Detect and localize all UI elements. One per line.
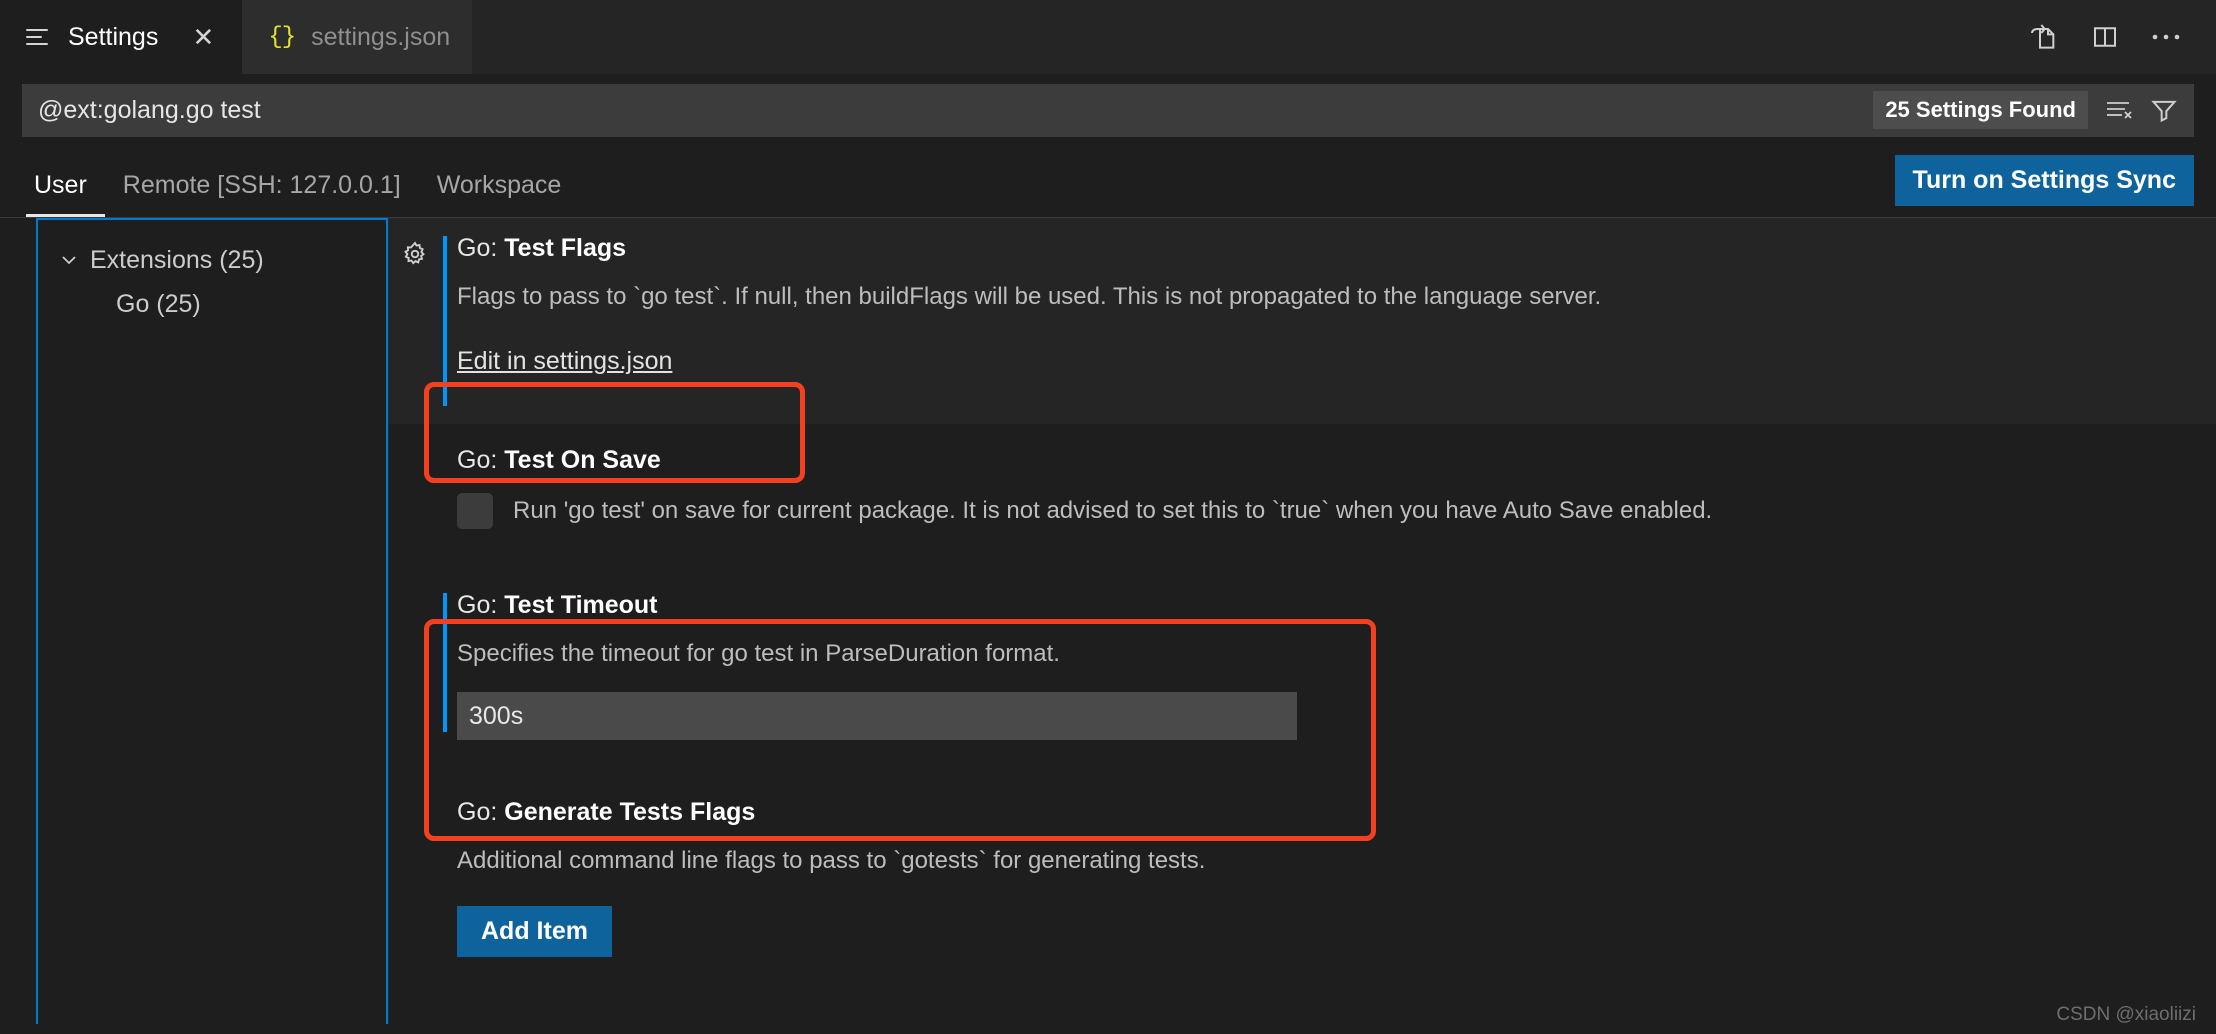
results-count-badge: 25 Settings Found xyxy=(1873,91,2088,129)
gear-icon[interactable] xyxy=(395,234,435,274)
setting-title-go-test-flags: Go: Test Flags xyxy=(457,234,627,262)
settings-list: Go: Test Flags Flags to pass to `go test… xyxy=(388,218,2216,1033)
bottom-strip xyxy=(0,1024,2216,1034)
toc-item-go-label: Go (25) xyxy=(116,289,201,318)
search-input[interactable] xyxy=(38,95,1860,125)
tab-user[interactable]: User xyxy=(26,171,105,217)
settings-body: Extensions (25) Go (25) Go: Test Flags F… xyxy=(0,218,2216,1033)
setting-row-go-test-timeout[interactable]: Go: Test Timeout Specifies the timeout f… xyxy=(389,545,2216,756)
setting-description-go-generate-tests-flags: Additional command line flags to pass to… xyxy=(457,847,1206,875)
tab-settings-json[interactable]: {} settings.json xyxy=(242,0,473,74)
modified-accent-bar xyxy=(443,236,447,406)
setting-row-go-test-on-save[interactable]: Go: Test On Save Run 'go test' on save f… xyxy=(389,424,2216,545)
setting-title-go-test-on-save: Go: Test On Save xyxy=(457,446,661,474)
setting-description-go-test-timeout: Specifies the timeout for go test in Par… xyxy=(457,640,1060,667)
open-changes-icon[interactable] xyxy=(2028,21,2060,53)
add-item-button[interactable]: Add Item xyxy=(457,905,612,957)
tab-settings[interactable]: Settings ✕ xyxy=(0,0,243,74)
editor-actions xyxy=(2008,0,2216,74)
tab-workspace[interactable]: Workspace xyxy=(419,171,580,217)
tab-settings-label: Settings xyxy=(68,22,159,51)
settings-lines-icon xyxy=(26,24,52,50)
setting-description-go-test-on-save: Run 'go test' on save for current packag… xyxy=(513,496,1713,524)
tab-remote[interactable]: Remote [SSH: 127.0.0.1] xyxy=(105,171,419,217)
split-editor-icon[interactable] xyxy=(2090,22,2120,52)
chevron-down-icon xyxy=(56,247,82,273)
settings-scope-bar: User Remote [SSH: 127.0.0.1] Workspace T… xyxy=(0,146,2216,218)
editor-tab-bar: Settings ✕ {} settings.json xyxy=(0,0,2216,74)
modified-accent-bar xyxy=(443,593,447,733)
toc-item-extensions-label: Extensions (25) xyxy=(90,245,264,274)
turn-on-settings-sync-button[interactable]: Turn on Settings Sync xyxy=(1894,155,2194,206)
tab-bar-spacer xyxy=(472,0,2008,74)
toc-item-go[interactable]: Go (25) xyxy=(38,282,386,326)
settings-search-row: 25 Settings Found xyxy=(0,74,2216,146)
setting-row-go-generate-tests-flags[interactable]: Go: Generate Tests Flags Additional comm… xyxy=(389,756,2216,972)
clear-search-results-icon[interactable] xyxy=(2104,97,2134,123)
edit-in-settings-json-link[interactable]: Edit in settings.json xyxy=(457,347,672,376)
setting-checkbox-go-test-on-save[interactable] xyxy=(457,493,493,529)
search-controls: 25 Settings Found xyxy=(1859,91,2178,129)
scope-tab-list: User Remote [SSH: 127.0.0.1] Workspace xyxy=(26,171,579,217)
setting-title-go-test-timeout: Go: Test Timeout xyxy=(457,591,658,619)
settings-toc-tree[interactable]: Extensions (25) Go (25) xyxy=(36,218,388,1033)
json-braces-icon: {} xyxy=(268,23,296,51)
tab-settings-json-label: settings.json xyxy=(311,22,451,51)
close-icon[interactable]: ✕ xyxy=(186,20,220,54)
setting-row-go-test-flags[interactable]: Go: Test Flags Flags to pass to `go test… xyxy=(389,218,2216,424)
setting-description-go-test-flags: Flags to pass to `go test`. If null, the… xyxy=(457,283,1602,310)
more-actions-icon[interactable] xyxy=(2150,31,2182,43)
watermark: CSDN @xiaoliizi xyxy=(2056,1004,2196,1025)
setting-title-go-generate-tests-flags: Go: Generate Tests Flags xyxy=(457,798,756,827)
search-box[interactable]: 25 Settings Found xyxy=(22,83,2194,137)
setting-input-go-test-timeout[interactable] xyxy=(457,692,1297,741)
toc-item-extensions[interactable]: Extensions (25) xyxy=(38,238,386,282)
filter-funnel-icon[interactable] xyxy=(2150,96,2178,124)
